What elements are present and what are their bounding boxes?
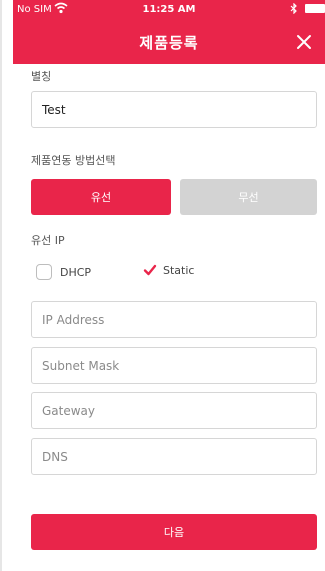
nickname-label: 별칭 <box>31 70 52 83</box>
left-edge-line <box>0 0 2 571</box>
close-icon[interactable] <box>296 34 312 50</box>
status-time: 11:25 AM <box>142 4 196 15</box>
gateway-input[interactable]: Gateway <box>31 392 317 429</box>
dns-input[interactable]: DNS <box>31 438 317 475</box>
dhcp-checkbox[interactable] <box>36 264 52 280</box>
battery-icon <box>305 4 325 13</box>
check-icon[interactable] <box>143 263 157 277</box>
static-option[interactable]: Static <box>143 263 194 277</box>
status-bar: No SIM 11:25 AM <box>13 0 325 20</box>
nickname-field[interactable]: Test <box>31 91 317 128</box>
link-method-label: 제품연동 방법선택 <box>31 154 116 167</box>
bluetooth-icon <box>290 3 297 14</box>
wired-ip-label: 유선 IP <box>31 234 65 247</box>
wired-button[interactable]: 유선 <box>31 179 171 215</box>
page-title: 제품등록 <box>139 34 199 52</box>
dhcp-option[interactable]: DHCP <box>36 264 91 280</box>
ip-address-input[interactable]: IP Address <box>31 301 317 338</box>
app-header: No SIM 11:25 AM 제품등록 <box>13 0 325 64</box>
subnet-mask-input[interactable]: Subnet Mask <box>31 347 317 384</box>
dhcp-label: DHCP <box>60 265 92 279</box>
wireless-button[interactable]: 무선 <box>180 179 317 215</box>
static-label: Static <box>163 263 195 277</box>
next-button[interactable]: 다음 <box>31 514 317 550</box>
